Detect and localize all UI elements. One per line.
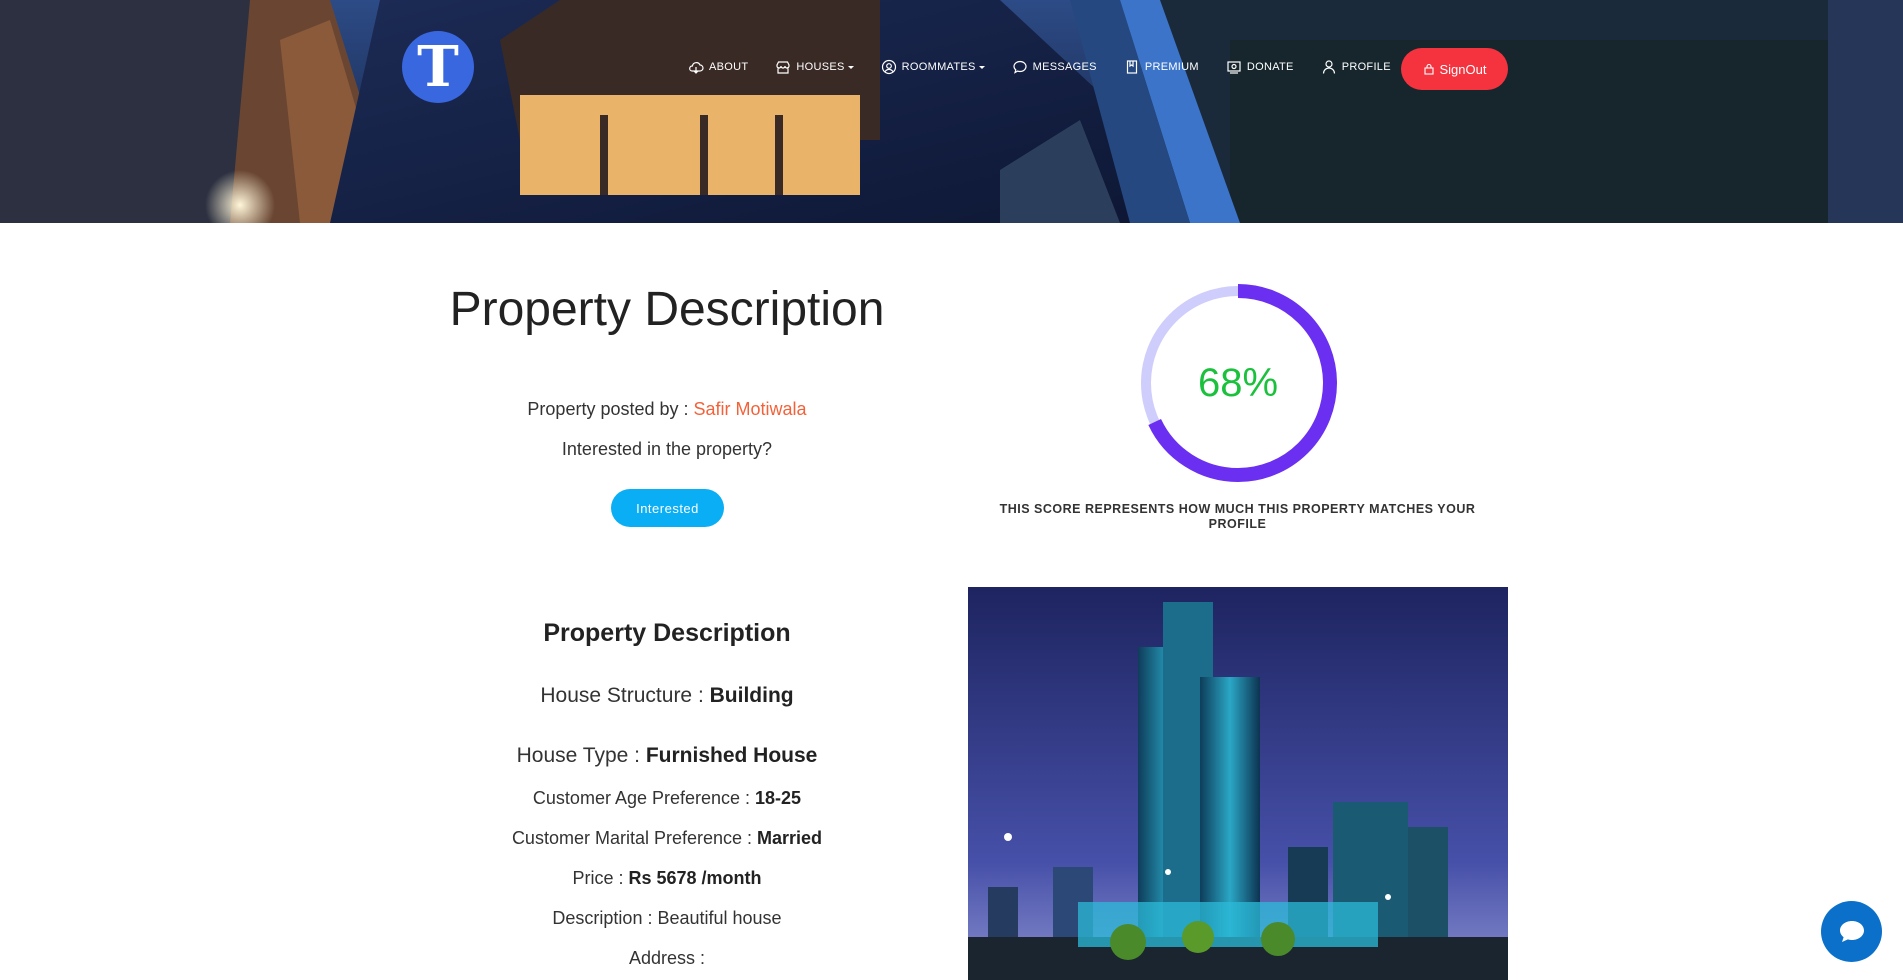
posted-by: Property posted by : Safir Motiwala [400,399,934,420]
age-label: Customer Age Preference : [532,788,756,808]
marital-value: Married [757,828,823,848]
cloud-icon [689,62,704,74]
house-type-value: Furnished House [645,744,818,767]
interested-question: Interested in the property? [561,439,773,459]
site-logo[interactable]: T [402,31,474,103]
score-caption: THIS SCORE REPRESENTS HOW MUCH THIS PROP… [999,502,1476,531]
nav-houses-label: HOUSES [796,61,845,73]
price: Price : Rs 5678 /month [400,868,934,889]
price-label: Price : [572,868,629,888]
nav-roommates-label: ROOMMATES [901,61,976,73]
house-type: House Type : Furnished House [400,744,934,768]
nav-profile-label: PROFILE [1341,61,1391,73]
nav-about-label: ABOUT [709,61,749,73]
user-circle-icon [881,59,896,75]
house-structure-label: House Structure : [540,684,710,707]
marital-label: Customer Marital Preference : [511,828,758,848]
chevron-down-icon [847,65,854,69]
chat-icon [1839,920,1864,942]
nav-roommates[interactable]: ROOMMATES [881,59,985,75]
nav-profile[interactable]: PROFILE [1321,59,1391,75]
signout-button[interactable]: SignOut [1401,48,1508,90]
signout-label: SignOut [1439,61,1487,77]
age-value: 18-25 [755,788,802,808]
details-heading: Property Description [543,619,791,647]
price-value: Rs 5678 /month [628,868,762,888]
description-value: Beautiful house [657,908,782,928]
house-type-label: House Type : [516,744,646,767]
house-structure: House Structure : Building [400,684,934,708]
lock-icon [1423,63,1434,75]
chat-button[interactable] [1821,901,1882,962]
person-icon [1322,60,1335,74]
house-roof-image [0,0,1903,223]
age-preference: Customer Age Preference : 18-25 [400,788,934,809]
donate-icon [1227,61,1241,74]
chevron-down-icon [978,65,985,69]
nav-premium-label: PREMIUM [1144,61,1199,73]
address-label: Address : [628,948,706,968]
chat-bubble-icon [1013,60,1027,74]
nav-donate[interactable]: DONATE [1226,59,1294,75]
interested-button[interactable]: Interested [611,489,724,527]
property-photo [968,587,1508,980]
house-structure-value: Building [709,684,794,707]
nav-houses[interactable]: HOUSES [775,59,854,75]
posted-by-label: Property posted by : [527,399,694,419]
nav-messages[interactable]: MESSAGES [1012,59,1097,75]
main-nav: ABOUT HOUSES ROOMMATES MESSAGES PREMIUM … [688,48,1418,86]
bookmark-icon [1126,60,1137,74]
description-label: Description : [552,908,658,928]
nav-about[interactable]: ABOUT [688,59,748,75]
page-title: Property Description [449,283,885,336]
hero-banner: T ABOUT HOUSES ROOMMATES MESSAGES PREMIU… [0,0,1903,223]
nav-premium[interactable]: PREMIUM [1124,59,1199,75]
marital-preference: Customer Marital Preference : Married [400,828,934,849]
address: Address : [400,948,934,969]
nav-messages-label: MESSAGES [1032,61,1097,73]
description: Description : Beautiful house [400,908,934,929]
nav-donate-label: DONATE [1246,61,1294,73]
store-icon [776,61,791,74]
poster-name-link[interactable]: Safir Motiwala [694,399,807,419]
match-score-value: 68% [1197,360,1279,405]
